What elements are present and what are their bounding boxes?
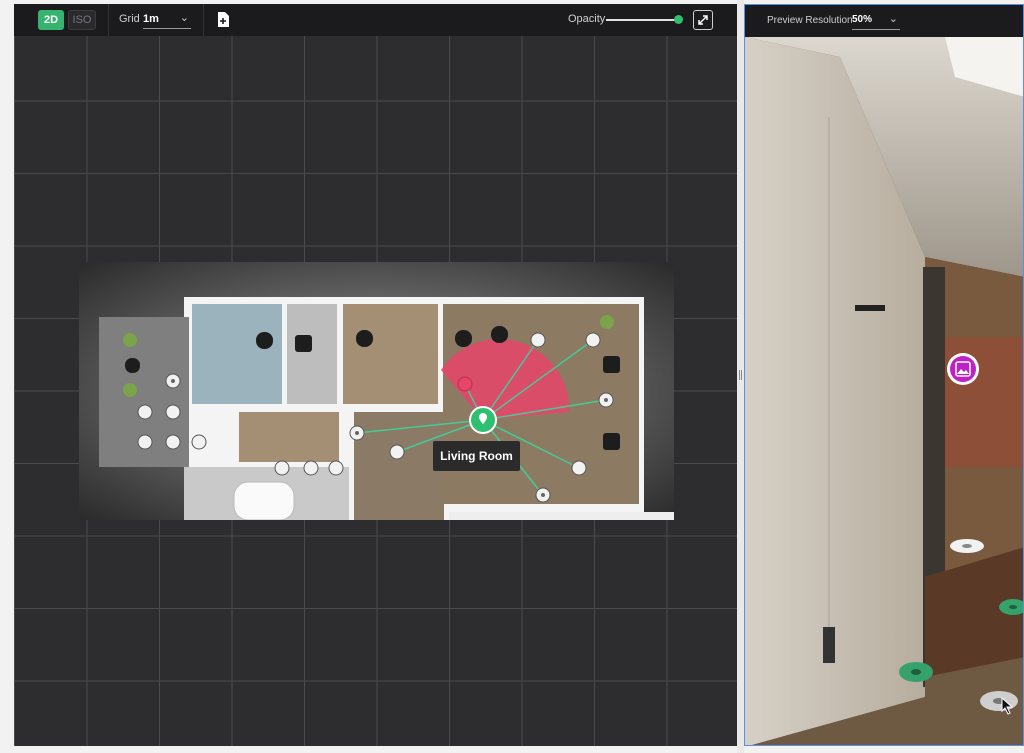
expand-icon bbox=[698, 15, 708, 25]
grid-size-value: 1m bbox=[143, 13, 159, 25]
view-iso-button[interactable]: ISO bbox=[68, 10, 96, 30]
grid-size-select[interactable]: 1m ⌄ bbox=[143, 12, 191, 29]
preview-pane: Preview Resolution 50% ⌄ bbox=[744, 4, 1024, 746]
toolbar-divider bbox=[203, 4, 204, 36]
toolbar-divider bbox=[108, 4, 109, 36]
grid-canvas[interactable]: Living Room bbox=[14, 36, 737, 746]
expand-button[interactable] bbox=[693, 10, 713, 30]
floorplan-editor: 2D ISO Grid 1m ⌄ Opacity Living Room bbox=[14, 4, 737, 746]
resize-handle-icon[interactable] bbox=[739, 370, 742, 380]
floorplan-image bbox=[79, 262, 674, 520]
grid-label: Grid bbox=[119, 13, 140, 25]
preview-toolbar: Preview Resolution 50% ⌄ bbox=[745, 5, 1023, 37]
preview-resolution-select[interactable]: 50% ⌄ bbox=[852, 13, 900, 30]
opacity-slider-track[interactable] bbox=[606, 19, 678, 21]
image-hotspot-button[interactable] bbox=[945, 351, 981, 387]
room-name-label: Living Room bbox=[433, 441, 520, 471]
chevron-down-icon: ⌄ bbox=[888, 13, 898, 25]
chevron-down-icon: ⌄ bbox=[179, 12, 189, 24]
mouse-cursor-icon bbox=[1001, 697, 1014, 715]
opacity-label: Opacity bbox=[568, 13, 606, 25]
opacity-slider-handle[interactable] bbox=[674, 15, 683, 24]
preview-resolution-label: Preview Resolution bbox=[767, 15, 853, 26]
preview-3d-view[interactable] bbox=[745, 37, 1024, 746]
document-add-icon[interactable] bbox=[217, 12, 229, 27]
preview-resolution-value: 50% bbox=[852, 14, 873, 25]
view-2d-button[interactable]: 2D bbox=[38, 10, 64, 30]
editor-toolbar: 2D ISO Grid 1m ⌄ Opacity bbox=[14, 4, 737, 37]
